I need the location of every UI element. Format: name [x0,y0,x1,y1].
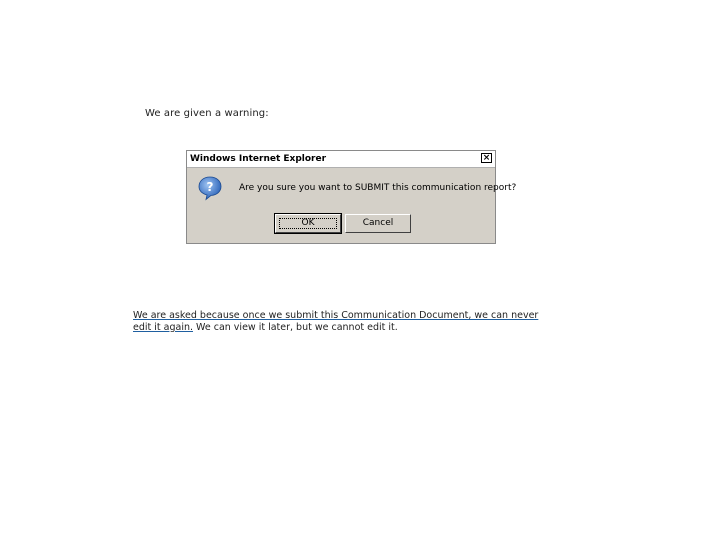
dialog-titlebar: Windows Internet Explorer × [187,151,495,168]
question-icon: ? [198,176,222,201]
cancel-button[interactable]: Cancel [345,214,411,233]
dialog-message: Are you sure you want to SUBMIT this com… [239,183,517,193]
close-icon: × [482,153,491,163]
svg-text:?: ? [207,180,214,194]
bottom-caption-plain: We can view it later, but we cannot edit… [193,322,398,333]
close-button[interactable]: × [481,153,492,163]
focus-ring [279,218,337,229]
dialog-title: Windows Internet Explorer [190,154,327,164]
top-caption: We are given a warning: [145,108,269,119]
ok-button[interactable]: OK [274,213,342,234]
bottom-caption: We are asked because once we submit this… [133,310,553,334]
page: We are given a warning: Windows Internet… [0,0,720,540]
confirm-dialog: Windows Internet Explorer × ? Are you su… [186,150,516,244]
